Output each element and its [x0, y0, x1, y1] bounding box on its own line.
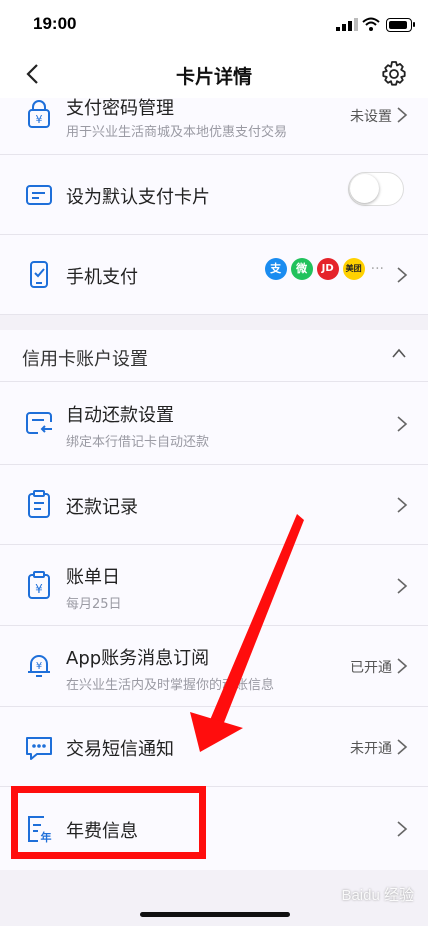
home-indicator[interactable]	[140, 912, 290, 917]
annotation-highlight-box	[11, 786, 206, 859]
watermark: Baidu 经验	[341, 887, 414, 904]
